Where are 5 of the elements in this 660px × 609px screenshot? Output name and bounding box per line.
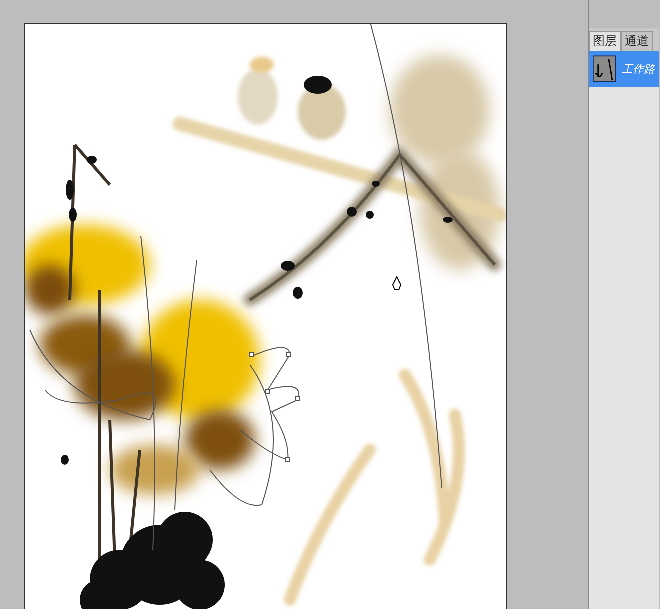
pen-cursor-icon: [392, 276, 402, 290]
path-thumbnail-icon: [593, 54, 616, 84]
panel-tab[interactable]: 通道: [621, 31, 653, 51]
panel-tab[interactable]: 图层: [589, 31, 621, 51]
path-name: 工作路: [622, 62, 655, 76]
